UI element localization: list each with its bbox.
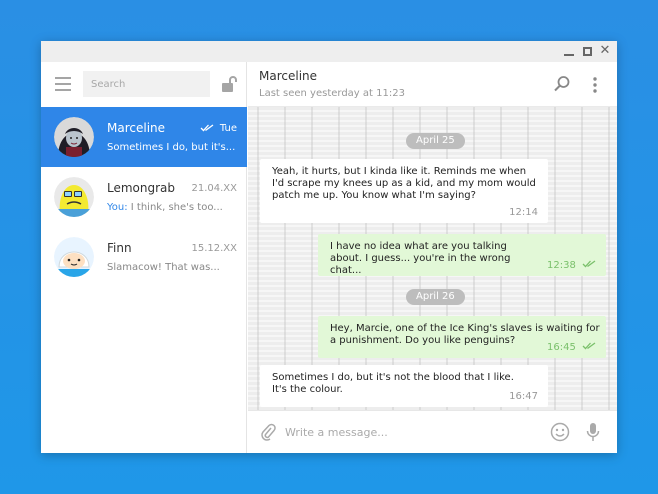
you-prefix: You: xyxy=(107,202,128,213)
date-separator: April 25 xyxy=(406,133,465,149)
conversation-pane: Marceline Last seen yesterday at 11:23 A… xyxy=(248,62,617,453)
search-icon[interactable] xyxy=(553,75,571,93)
chat-preview: Sometimes I do, but it's... xyxy=(107,142,236,153)
message-incoming: Yeah, it hurts, but I kinda like it. Rem… xyxy=(260,159,548,223)
message-text: Sometimes I do, but it's not the blood t… xyxy=(272,372,514,395)
contact-name: Marceline xyxy=(259,69,318,83)
close-icon[interactable]: ✕ xyxy=(598,44,612,58)
chat-date: Tue xyxy=(200,123,237,134)
message-input[interactable] xyxy=(285,419,535,445)
chat-name: Lemongrab xyxy=(107,181,176,195)
message-time-text: 12:38 xyxy=(546,260,576,271)
more-options-icon[interactable] xyxy=(592,76,598,94)
emoji-icon[interactable] xyxy=(550,422,570,442)
search-input[interactable] xyxy=(83,71,210,97)
message-time-text: 16:45 xyxy=(546,342,576,353)
title-bar: ✕ xyxy=(41,41,617,62)
chat-item-finn[interactable]: Finn 15.12.XX Slamacow! That was... xyxy=(41,227,247,287)
message-outgoing: Hey, Marcie, one of the Ice King's slave… xyxy=(318,316,606,358)
message-time: 12:38 xyxy=(547,260,596,272)
message-text: I have no idea what are you talking abou… xyxy=(330,241,511,276)
chat-date-text: Tue xyxy=(219,123,237,134)
message-time: 16:47 xyxy=(509,391,538,402)
chat-date: 21.04.XX xyxy=(191,183,237,194)
message-time: 12:14 xyxy=(509,207,538,218)
maximize-icon[interactable] xyxy=(580,44,594,58)
conversation-header: Marceline Last seen yesterday at 11:23 xyxy=(248,62,617,107)
double-check-icon xyxy=(582,260,596,268)
minimize-icon[interactable] xyxy=(562,44,576,58)
message-composer xyxy=(248,410,617,453)
avatar xyxy=(54,237,94,277)
avatar xyxy=(54,117,94,157)
hamburger-menu-icon[interactable] xyxy=(55,77,71,91)
double-check-icon xyxy=(582,342,596,350)
date-separator: April 26 xyxy=(406,289,465,305)
message-text: Yeah, it hurts, but I kinda like it. Rem… xyxy=(272,166,536,201)
chat-item-lemongrab[interactable]: Lemongrab 21.04.XX You: I think, she's t… xyxy=(41,167,247,227)
sidebar-toolbar xyxy=(41,62,246,107)
chat-list-sidebar: Marceline Tue Sometimes I do, but it's..… xyxy=(41,62,247,453)
last-seen-status: Last seen yesterday at 11:23 xyxy=(259,88,405,99)
avatar xyxy=(54,177,94,217)
message-incoming: Sometimes I do, but it's not the blood t… xyxy=(260,365,548,407)
unlock-icon[interactable] xyxy=(220,75,238,93)
chat-preview: Slamacow! That was... xyxy=(107,262,220,273)
chat-preview-text: I think, she's too... xyxy=(127,202,223,213)
message-time: 16:45 xyxy=(547,342,596,354)
chat-preview: You: I think, she's too... xyxy=(107,202,237,213)
message-list: April 25 Yeah, it hurts, but I kinda lik… xyxy=(248,107,617,410)
message-outgoing: I have no idea what are you talking abou… xyxy=(318,234,606,276)
chat-name: Finn xyxy=(107,241,132,255)
chat-name: Marceline xyxy=(107,121,166,135)
chat-date: 15.12.XX xyxy=(191,243,237,254)
microphone-icon[interactable] xyxy=(586,422,600,442)
chat-item-marceline[interactable]: Marceline Tue Sometimes I do, but it's..… xyxy=(41,107,247,167)
attachment-icon[interactable] xyxy=(260,423,276,441)
double-check-icon xyxy=(200,124,214,132)
messenger-window: ✕ Search Marceline Tue Sometimes I do, b… xyxy=(41,41,617,453)
